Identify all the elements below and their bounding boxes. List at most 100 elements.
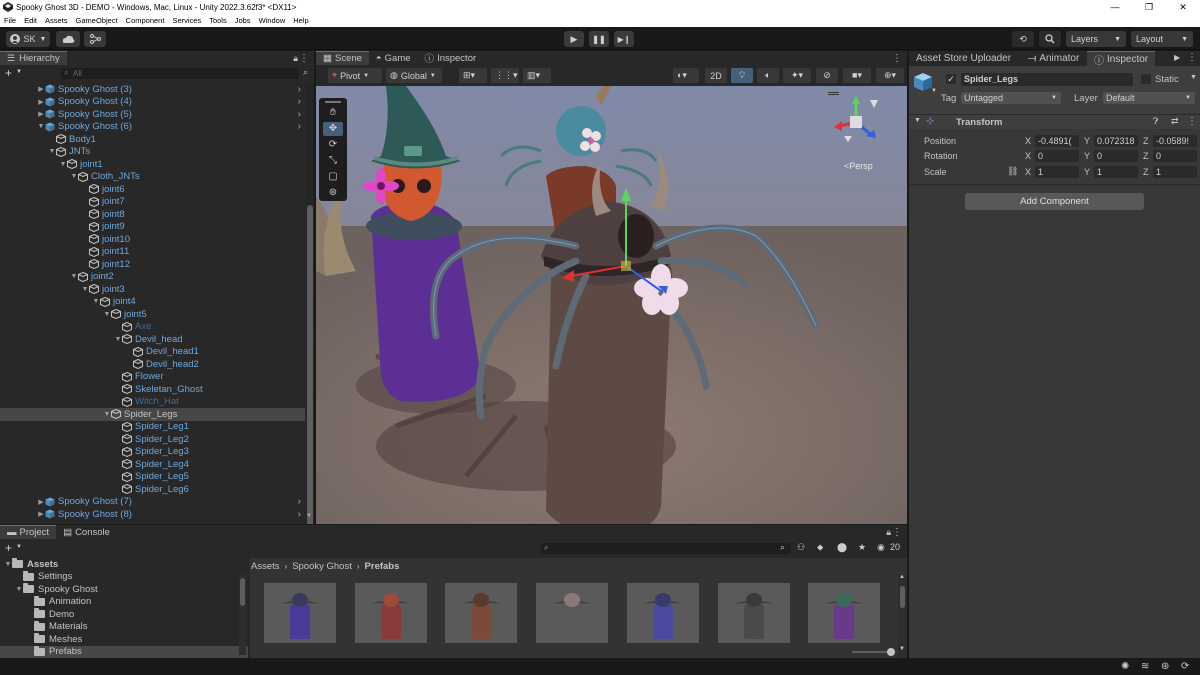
hierarchy-item[interactable]: ▶ Spooky Ghost (3) ›: [0, 83, 305, 96]
open-prefab-icon[interactable]: ›: [298, 121, 301, 132]
breadcrumb-prefabs[interactable]: Prefabs: [365, 561, 400, 572]
pivot-dropdown[interactable]: ⌖ Pivot ▼: [328, 68, 382, 83]
grid-visibility-button[interactable]: ▥▾: [523, 68, 551, 83]
rotation-z-field[interactable]: 0: [1153, 149, 1197, 162]
scale-y-field[interactable]: 1: [1094, 165, 1138, 178]
expand-arrow-icon[interactable]: ▼: [103, 411, 111, 418]
global-dropdown[interactable]: ◍ Global ▼: [386, 68, 442, 83]
tag-dropdown[interactable]: Untagged ▼: [961, 92, 1061, 104]
menu-jobs[interactable]: Jobs: [231, 16, 255, 25]
open-prefab-icon[interactable]: ›: [298, 509, 301, 520]
folder-item[interactable]: Settings: [0, 570, 248, 584]
projection-label[interactable]: <Persp: [844, 161, 873, 171]
hierarchy-item[interactable]: Flower: [0, 371, 305, 384]
chevron-down-icon[interactable]: ▼: [931, 88, 937, 94]
layers-dropdown[interactable]: Layers ▼: [1066, 31, 1126, 47]
lock-icon[interactable]: 🔒︎: [293, 53, 298, 64]
expand-arrow-icon[interactable]: ▼: [4, 561, 12, 568]
menu-component[interactable]: Component: [122, 16, 169, 25]
hierarchy-item[interactable]: joint9: [0, 221, 305, 234]
hierarchy-item[interactable]: ▼ JNTs: [0, 146, 305, 159]
add-icon[interactable]: +: [5, 541, 12, 555]
hierarchy-item[interactable]: Spider_Leg5: [0, 471, 305, 484]
tree-scrollbar[interactable]: [239, 575, 246, 655]
hidden-packages-icon[interactable]: ◉: [877, 542, 885, 553]
hierarchy-item[interactable]: Spider_Leg4: [0, 458, 305, 471]
hierarchy-item[interactable]: Spider_Leg3: [0, 446, 305, 459]
open-prefab-icon[interactable]: ›: [298, 96, 301, 107]
hierarchy-item[interactable]: ▼ joint3: [0, 283, 305, 296]
more-options-icon[interactable]: ⋮: [299, 53, 309, 64]
hierarchy-item[interactable]: Spider_Leg6: [0, 483, 305, 496]
tab-scroll-right-icon[interactable]: ▶: [1174, 53, 1180, 62]
rotate-tool-icon[interactable]: ⟳: [323, 138, 343, 152]
hierarchy-item[interactable]: ▼ joint1: [0, 158, 305, 171]
filter-type-icon[interactable]: ⚇: [797, 542, 805, 553]
collab-button[interactable]: [84, 31, 106, 47]
snap-increment-button[interactable]: ⋮⋮▾: [491, 68, 519, 83]
slider-handle[interactable]: [887, 648, 895, 656]
position-x-field[interactable]: -0.4891(: [1035, 134, 1079, 147]
favorite-star-icon[interactable]: ★: [858, 542, 866, 553]
label-icon[interactable]: ⬥: [817, 542, 823, 553]
expand-arrow-icon[interactable]: ▼: [70, 273, 78, 280]
stack-icon[interactable]: ≋: [1141, 661, 1149, 672]
static-checkbox[interactable]: [1141, 74, 1151, 84]
gizmos-dropdown[interactable]: ⊕▾: [876, 68, 904, 83]
hierarchy-item[interactable]: ▼ Spider_Legs: [0, 408, 305, 421]
scrollbar-thumb[interactable]: [307, 205, 313, 524]
scale-z-field[interactable]: 1: [1153, 165, 1197, 178]
hierarchy-item[interactable]: joint6: [0, 183, 305, 196]
folder-item[interactable]: Animation: [0, 595, 248, 609]
hierarchy-item[interactable]: Devil_head2: [0, 358, 305, 371]
folder-item[interactable]: Materials: [0, 620, 248, 634]
hierarchy-item[interactable]: Devil_head1: [0, 346, 305, 359]
add-icon[interactable]: +: [5, 66, 12, 80]
open-prefab-icon[interactable]: ›: [298, 109, 301, 120]
tab-game[interactable]: ◓ Game: [369, 51, 418, 65]
hierarchy-item[interactable]: Skeletan_Ghost: [0, 383, 305, 396]
expand-arrow-icon[interactable]: ▼: [59, 161, 67, 168]
tab-project[interactable]: ▬ Project: [0, 525, 57, 539]
hierarchy-item[interactable]: Spider_Leg1: [0, 421, 305, 434]
scale-x-field[interactable]: 1: [1035, 165, 1079, 178]
account-button[interactable]: SK ▼: [6, 31, 50, 47]
effects-dropdown[interactable]: ✦▾: [783, 68, 811, 83]
tab-asset-store-uploader[interactable]: Asset Store Uploader: [909, 51, 1018, 66]
expand-arrow-icon[interactable]: ▼: [103, 311, 111, 318]
drag-handle-icon[interactable]: [325, 101, 341, 103]
hierarchy-search-input[interactable]: All: [61, 68, 299, 79]
tab-console[interactable]: ▤ Console: [56, 525, 117, 539]
search-button[interactable]: [1039, 31, 1061, 47]
folder-item[interactable]: ▼ Spooky Ghost: [0, 583, 248, 596]
position-y-field[interactable]: 0.072318: [1094, 134, 1138, 147]
menu-file[interactable]: File: [0, 16, 20, 25]
2d-toggle[interactable]: 2D: [705, 68, 727, 83]
rotation-y-field[interactable]: 0: [1094, 149, 1138, 162]
lighting-toggle[interactable]: 💡︎: [731, 68, 753, 83]
chevron-down-icon[interactable]: ▼: [1190, 74, 1197, 81]
menu-services[interactable]: Services: [168, 16, 205, 25]
breadcrumb-spooky-ghost[interactable]: Spooky Ghost: [292, 561, 352, 572]
rect-tool-icon[interactable]: ▢: [323, 170, 343, 184]
open-prefab-icon[interactable]: ›: [298, 496, 301, 507]
folder-item[interactable]: Prefabs: [0, 645, 248, 658]
scrollbar-thumb[interactable]: [240, 578, 245, 606]
expand-arrow-icon[interactable]: ▼: [81, 286, 89, 293]
hierarchy-item[interactable]: joint7: [0, 196, 305, 209]
expand-arrow-icon[interactable]: ▼: [92, 298, 100, 305]
hierarchy-item[interactable]: joint10: [0, 233, 305, 246]
hierarchy-item[interactable]: ▶ Spooky Ghost (7) ›: [0, 496, 305, 509]
more-options-icon[interactable]: ⋮: [1187, 116, 1197, 127]
tab-inspector-secondary[interactable]: ⓘ Inspector: [418, 51, 484, 66]
lock-icon[interactable]: 🔒︎: [886, 527, 891, 538]
tab-hierarchy[interactable]: ☰ Hierarchy: [0, 51, 67, 65]
scale-tool-icon[interactable]: ⤡: [323, 154, 343, 168]
prefab-thumbnail[interactable]: [264, 583, 336, 643]
expand-arrow-icon[interactable]: ▼: [48, 148, 56, 155]
prefab-thumbnail[interactable]: [626, 583, 699, 643]
hierarchy-item[interactable]: joint8: [0, 208, 305, 221]
active-checkbox[interactable]: ✓: [946, 74, 956, 84]
hierarchy-item[interactable]: Axe: [0, 321, 305, 334]
tab-scene[interactable]: ▦ Scene: [316, 51, 369, 65]
